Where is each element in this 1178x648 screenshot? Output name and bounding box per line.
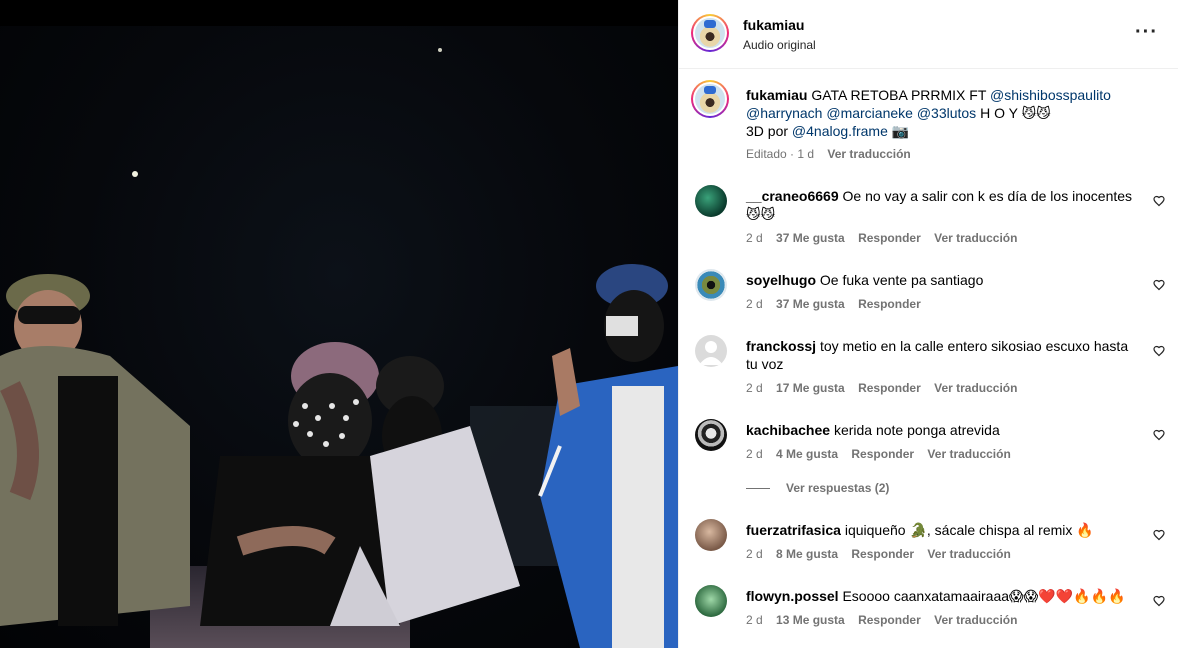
photo-illustration [0,48,678,648]
comment-text: soyelhugo Oe fuka vente pa santiago [746,271,1141,289]
comment-age: 2 d [746,613,763,627]
comment-meta: 2 d 4 Me gusta Responder Ver traducción [746,447,1021,461]
caption-body: H O Y 😼😼 [980,105,1051,121]
audio-label[interactable]: Audio original [743,38,816,52]
post-media[interactable] [0,0,678,648]
commenter-username[interactable]: kachibachee [746,422,830,438]
more-options-icon[interactable]: ··· [1135,22,1158,42]
comment-meta: 2 d 8 Me gusta Responder Ver traducción [746,547,1021,561]
commenter-username[interactable]: __craneo6669 [746,188,839,204]
comment-likes[interactable]: 8 Me gusta [776,547,838,561]
caption-username[interactable]: fukamiau [746,87,807,103]
author-username[interactable]: fukamiau [743,17,804,33]
comment-meta: 2 d 37 Me gusta Responder Ver traducción [746,231,1027,245]
comment-likes[interactable]: 37 Me gusta [776,231,845,245]
comment-body: Oe fuka vente pa santiago [819,272,984,288]
comment-item: kachibachee kerida note ponga atrevida 2… [695,419,1165,463]
reply-button[interactable]: Responder [858,231,921,245]
like-heart-icon[interactable] [1153,529,1165,541]
comment-age: 2 d [746,381,763,395]
camera-emoji: 📷 [891,123,910,139]
comment-item: franckossj toy metio en la calle entero … [695,335,1165,399]
reply-button[interactable]: Responder [858,297,921,311]
commenter-username[interactable]: fuerzatrifasica [746,522,841,538]
caption-credit: 3D por [746,123,789,139]
comment-body: kerida note ponga atrevida [833,422,1000,438]
comment-text: kachibachee kerida note ponga atrevida [746,421,1141,439]
comment-meta: 2 d 37 Me gusta Responder [746,297,931,311]
comment-text: flowyn.possel Esoooo caanxatamaairaaa😱😱❤… [746,587,1141,605]
comment-likes[interactable]: 37 Me gusta [776,297,845,311]
translate-link[interactable]: Ver traducción [927,447,1010,461]
like-heart-icon[interactable] [1153,345,1165,357]
like-heart-icon[interactable] [1153,279,1165,291]
mention-link[interactable]: @4nalog.frame [792,123,888,139]
comment-item: __craneo6669 Oe no vay a salir con k es … [695,185,1165,249]
translate-link[interactable]: Ver traducción [827,147,910,161]
translate-link[interactable]: Ver traducción [927,547,1010,561]
like-heart-icon[interactable] [1153,595,1165,607]
comment-text: __craneo6669 Oe no vay a salir con k es … [746,187,1141,223]
mention-link[interactable]: @33lutos [917,105,976,121]
reply-button[interactable]: Responder [851,547,914,561]
comment-text: fuerzatrifasica iquiqueño 🐊, sácale chis… [746,521,1141,539]
commenter-avatar[interactable] [695,269,727,301]
commenter-username[interactable]: soyelhugo [746,272,816,288]
comment-meta: 2 d 17 Me gusta Responder Ver traducción [746,381,1027,395]
caption-text: fukamiau GATA RETOBA PRRMIX FT @shishibo… [746,86,1146,140]
comment-likes[interactable]: 4 Me gusta [776,447,838,461]
mention-link[interactable]: @marcianeke [826,105,913,121]
like-heart-icon[interactable] [1153,195,1165,207]
comment-age: 2 d [746,447,763,461]
commenter-avatar[interactable] [695,419,727,451]
like-heart-icon[interactable] [1153,429,1165,441]
comment-body: Esoooo caanxatamaairaaa😱😱❤️❤️🔥🔥🔥 [842,588,1126,604]
author-avatar[interactable] [691,14,729,52]
view-replies-label[interactable]: Ver respuestas (2) [786,481,889,495]
comment-age: 2 d [746,231,763,245]
comment-item: flowyn.possel Esoooo caanxatamaairaaa😱😱❤… [695,585,1165,629]
edited-label: Editado · 1 d [746,147,815,161]
default-avatar-icon [699,341,723,365]
commenter-avatar[interactable] [695,185,727,217]
comment-likes[interactable]: 17 Me gusta [776,381,845,395]
translate-link[interactable]: Ver traducción [934,381,1017,395]
reply-button[interactable]: Responder [858,613,921,627]
caption-row: fukamiau GATA RETOBA PRRMIX FT @shishibo… [691,80,1165,170]
comment-body: iquiqueño 🐊, sácale chispa al remix 🔥 [844,522,1094,538]
post-side-panel: fukamiau Audio original ··· fukamiau GAT… [678,0,1178,648]
post-photo[interactable] [0,26,678,648]
mention-link[interactable]: @harrynach [746,105,822,121]
caption-avatar[interactable] [691,80,729,118]
caption-meta: Editado · 1 d Ver traducción [746,147,921,161]
view-replies-button[interactable]: Ver respuestas (2) [746,481,889,495]
translate-link[interactable]: Ver traducción [934,231,1017,245]
comment-meta: 2 d 13 Me gusta Responder Ver traducción [746,613,1027,627]
reply-button[interactable]: Responder [858,381,921,395]
mention-link[interactable]: @shishibosspaulito [990,87,1111,103]
comment-age: 2 d [746,547,763,561]
comment-text: franckossj toy metio en la calle entero … [746,337,1141,373]
replies-divider [746,488,770,490]
comment-age: 2 d [746,297,763,311]
commenter-username[interactable]: franckossj [746,338,816,354]
commenter-avatar[interactable] [695,519,727,551]
commenter-username[interactable]: flowyn.possel [746,588,839,604]
comment-item: fuerzatrifasica iquiqueño 🐊, sácale chis… [695,519,1165,563]
translate-link[interactable]: Ver traducción [934,613,1017,627]
caption-body: GATA RETOBA PRRMIX FT [811,87,987,103]
comment-item: soyelhugo Oe fuka vente pa santiago 2 d … [695,269,1165,313]
reply-button[interactable]: Responder [851,447,914,461]
commenter-avatar[interactable] [695,335,727,367]
post-header: fukamiau Audio original ··· [679,0,1178,69]
commenter-avatar[interactable] [695,585,727,617]
comment-likes[interactable]: 13 Me gusta [776,613,845,627]
